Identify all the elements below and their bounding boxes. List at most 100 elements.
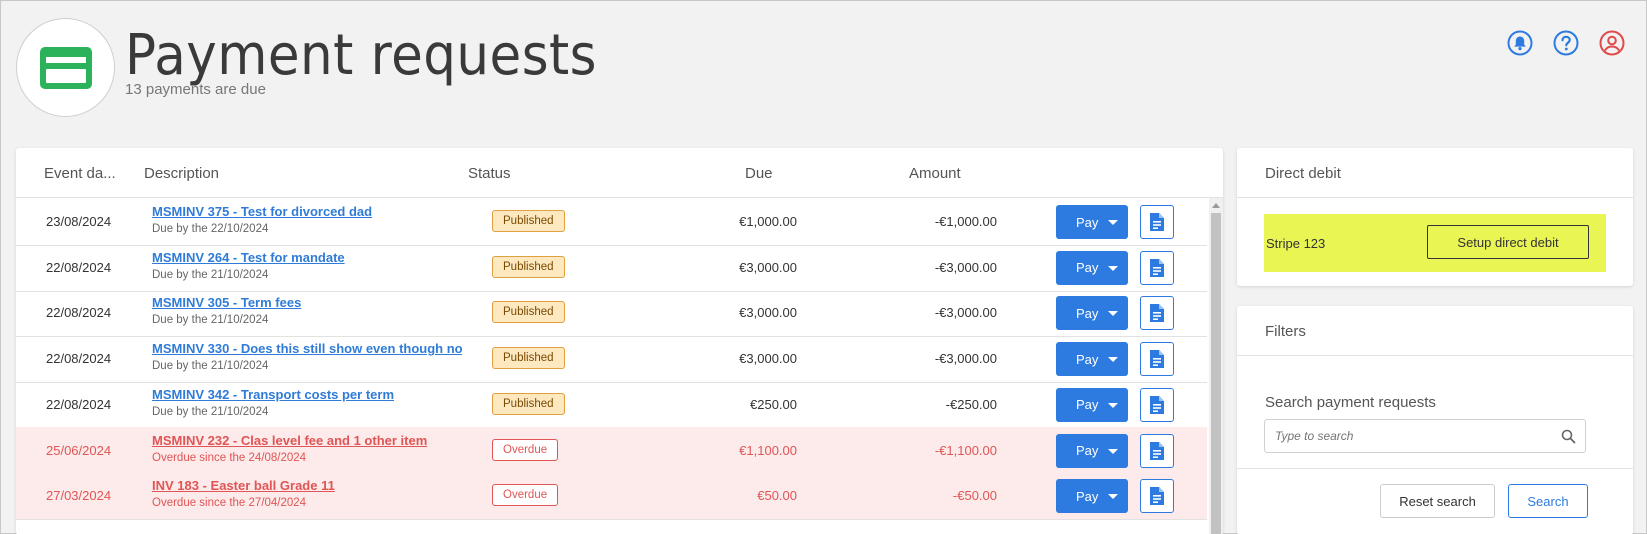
row-event-date: 22/08/2024	[46, 259, 112, 275]
row-event-date: 25/06/2024	[46, 442, 112, 458]
column-header-amount[interactable]: Amount	[909, 165, 961, 182]
row-due-note: Due by the 21/10/2024	[152, 314, 269, 327]
row-amount: -€3,000.00	[934, 305, 997, 321]
row-due-note: Overdue since the 27/04/2024	[152, 497, 307, 510]
row-status: Overdue	[492, 438, 559, 461]
status-badge: Overdue	[492, 438, 559, 461]
help-icon	[1553, 30, 1579, 56]
column-header-status[interactable]: Status	[468, 165, 511, 182]
row-due: €1,000.00	[739, 214, 797, 229]
row-description: MSMINV 264 - Test for mandate Due by the …	[152, 250, 462, 281]
search-icon	[1561, 429, 1576, 444]
view-document-button[interactable]	[1140, 433, 1174, 468]
payment-request-link[interactable]: MSMINV 305 - Term fees	[152, 295, 462, 310]
column-header-event-date[interactable]: Event da...	[44, 165, 116, 182]
row-due: €3,000.00	[739, 259, 797, 275]
view-document-button[interactable]	[1140, 296, 1174, 331]
row-due: €50.00	[757, 488, 797, 504]
view-document-button[interactable]	[1140, 342, 1174, 377]
table-row: 23/08/2024 MSMINV 375 - Test for divorced…	[16, 198, 1207, 246]
chevron-down-icon[interactable]	[1108, 265, 1118, 271]
row-due-note: Overdue since the 24/08/2024	[152, 451, 307, 464]
payment-requests-table: Event da... Description Status Due Amoun…	[16, 148, 1223, 534]
pay-label: Pay	[1076, 397, 1099, 413]
row-description: MSMINV 232 - Clas level fee and 1 other …	[152, 433, 462, 464]
row-amount: -€3,000.00	[934, 259, 997, 275]
payment-request-link[interactable]: MSMINV 232 - Clas level fee and 1 other …	[152, 433, 462, 448]
pay-label: Pay	[1076, 305, 1099, 321]
pay-button[interactable]: Pay	[1056, 250, 1128, 285]
scrollbar-thumb[interactable]	[1211, 213, 1221, 534]
pay-button[interactable]: Pay	[1056, 205, 1128, 239]
row-description: MSMINV 305 - Term fees Due by the 21/10/2…	[152, 295, 462, 326]
user-profile-button[interactable]	[1598, 29, 1626, 57]
table-header: Event da... Description Status Due Amoun…	[16, 148, 1223, 198]
column-header-description[interactable]: Description	[144, 165, 219, 182]
view-document-button[interactable]	[1140, 479, 1174, 514]
pay-label: Pay	[1076, 443, 1099, 458]
setup-direct-debit-button[interactable]: Setup direct debit	[1427, 225, 1589, 259]
logo	[16, 18, 115, 117]
table-row: 22/08/2024 MSMINV 330 - Does this still s…	[16, 335, 1207, 384]
document-icon	[1150, 395, 1164, 414]
row-status: Published	[492, 392, 565, 415]
document-icon	[1150, 258, 1164, 277]
chevron-down-icon[interactable]	[1108, 357, 1118, 363]
view-document-button[interactable]	[1140, 205, 1174, 239]
table-row: 22/08/2024 MSMINV 305 - Term fees Due by t…	[16, 289, 1207, 338]
payment-request-link[interactable]: MSMINV 264 - Test for mandate	[152, 250, 462, 265]
chevron-down-icon[interactable]	[1108, 448, 1118, 454]
pay-button[interactable]: Pay	[1056, 387, 1128, 422]
row-due: €250.00	[750, 396, 797, 412]
row-description: MSMINV 330 - Does this still show even t…	[152, 341, 462, 372]
view-document-button[interactable]	[1140, 250, 1174, 285]
row-due-note: Due by the 22/10/2024	[152, 223, 269, 235]
status-badge: Overdue	[492, 484, 559, 507]
row-due-note: Due by the 21/10/2024	[152, 268, 269, 281]
pay-label: Pay	[1076, 351, 1099, 367]
column-header-due[interactable]: Due	[745, 165, 773, 182]
document-icon	[1150, 304, 1164, 323]
search-input[interactable]	[1265, 420, 1545, 452]
chevron-down-icon[interactable]	[1108, 311, 1118, 317]
row-due-note: Due by the 21/10/2024	[152, 405, 269, 418]
payment-request-link[interactable]: INV 183 - Easter ball Grade 11	[152, 478, 462, 493]
direct-debit-title: Direct debit	[1237, 148, 1633, 198]
chevron-down-icon[interactable]	[1108, 402, 1118, 408]
row-due: €3,000.00	[739, 305, 797, 321]
row-amount: -€3,000.00	[934, 351, 997, 367]
status-badge: Published	[492, 255, 565, 278]
pay-button[interactable]: Pay	[1056, 342, 1128, 377]
direct-debit-card: Direct debit Stripe 123 Setup direct deb…	[1237, 148, 1633, 286]
pay-button[interactable]: Pay	[1056, 479, 1128, 514]
document-icon	[1150, 487, 1164, 506]
filters-title: Filters	[1237, 306, 1633, 356]
chevron-down-icon[interactable]	[1108, 220, 1118, 225]
row-event-date: 22/08/2024	[46, 305, 112, 321]
status-badge: Published	[492, 210, 565, 232]
row-status: Published	[492, 347, 565, 370]
document-icon	[1150, 441, 1164, 460]
payment-request-link[interactable]: MSMINV 342 - Transport costs per term	[152, 387, 462, 402]
payment-request-link[interactable]: MSMINV 375 - Test for divorced dad	[152, 204, 462, 219]
chevron-down-icon[interactable]	[1108, 494, 1118, 500]
direct-debit-highlight: Stripe 123 Setup direct debit	[1264, 214, 1606, 272]
row-event-date: 22/08/2024	[46, 396, 112, 412]
row-status: Published	[492, 301, 565, 324]
view-document-button[interactable]	[1140, 387, 1174, 422]
direct-debit-account: Stripe 123	[1266, 236, 1326, 251]
search-label: Search payment requests	[1265, 394, 1436, 411]
row-event-date: 22/08/2024	[46, 351, 112, 367]
notifications-button[interactable]	[1506, 29, 1534, 57]
table-scrollbar[interactable]	[1209, 198, 1223, 534]
row-due: €1,100.00	[739, 442, 797, 458]
search-button[interactable]: Search	[1508, 484, 1588, 518]
help-button[interactable]	[1552, 29, 1580, 57]
pay-button[interactable]: Pay	[1056, 433, 1128, 468]
pay-button[interactable]: Pay	[1056, 296, 1128, 331]
reset-search-button[interactable]: Reset search	[1380, 484, 1495, 518]
pay-label: Pay	[1076, 260, 1099, 276]
scroll-up-icon[interactable]	[1212, 203, 1220, 208]
row-amount: -€250.00	[945, 396, 997, 412]
payment-request-link[interactable]: MSMINV 330 - Does this still show even t…	[152, 341, 462, 356]
